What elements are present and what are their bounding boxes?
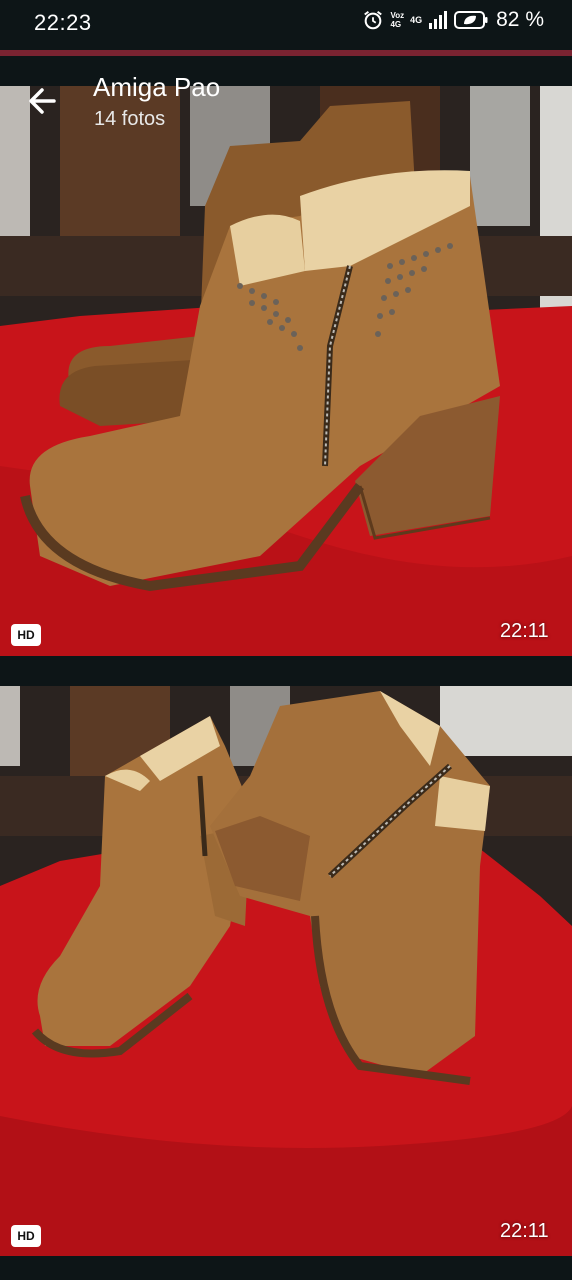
- photo-time: 22:11: [500, 620, 549, 642]
- network-type-label: 4G: [410, 14, 423, 25]
- boots-side-view-image: [0, 86, 572, 656]
- status-icons: Voz 4G 4G 82 %: [362, 8, 544, 32]
- battery-icon: [454, 11, 488, 29]
- accent-divider: [0, 50, 572, 56]
- boots-pair-image: [0, 686, 572, 1256]
- status-time: 22:23: [34, 10, 92, 35]
- signal-icon: [429, 11, 448, 29]
- hd-badge: HD: [11, 624, 41, 646]
- chat-title: Amiga Pao: [93, 72, 221, 102]
- alarm-icon: [364, 10, 383, 30]
- photo-1[interactable]: [0, 86, 572, 656]
- photo-count: 14 fotos: [94, 108, 166, 130]
- battery-percent: 82 %: [496, 8, 544, 31]
- network-voz: Voz: [390, 11, 405, 20]
- network-type: 4G: [410, 14, 423, 25]
- arrow-left-icon[interactable]: [24, 82, 62, 120]
- photo-time-2: 22:11: [500, 1220, 549, 1242]
- network-4g-small: 4G: [390, 20, 402, 29]
- hd-badge-2: HD: [11, 1225, 41, 1247]
- network-label: Voz 4G: [390, 11, 404, 29]
- status-bar: 22:23 Voz 4G 4G 82 %: [0, 0, 572, 50]
- photo-2[interactable]: [0, 686, 572, 1256]
